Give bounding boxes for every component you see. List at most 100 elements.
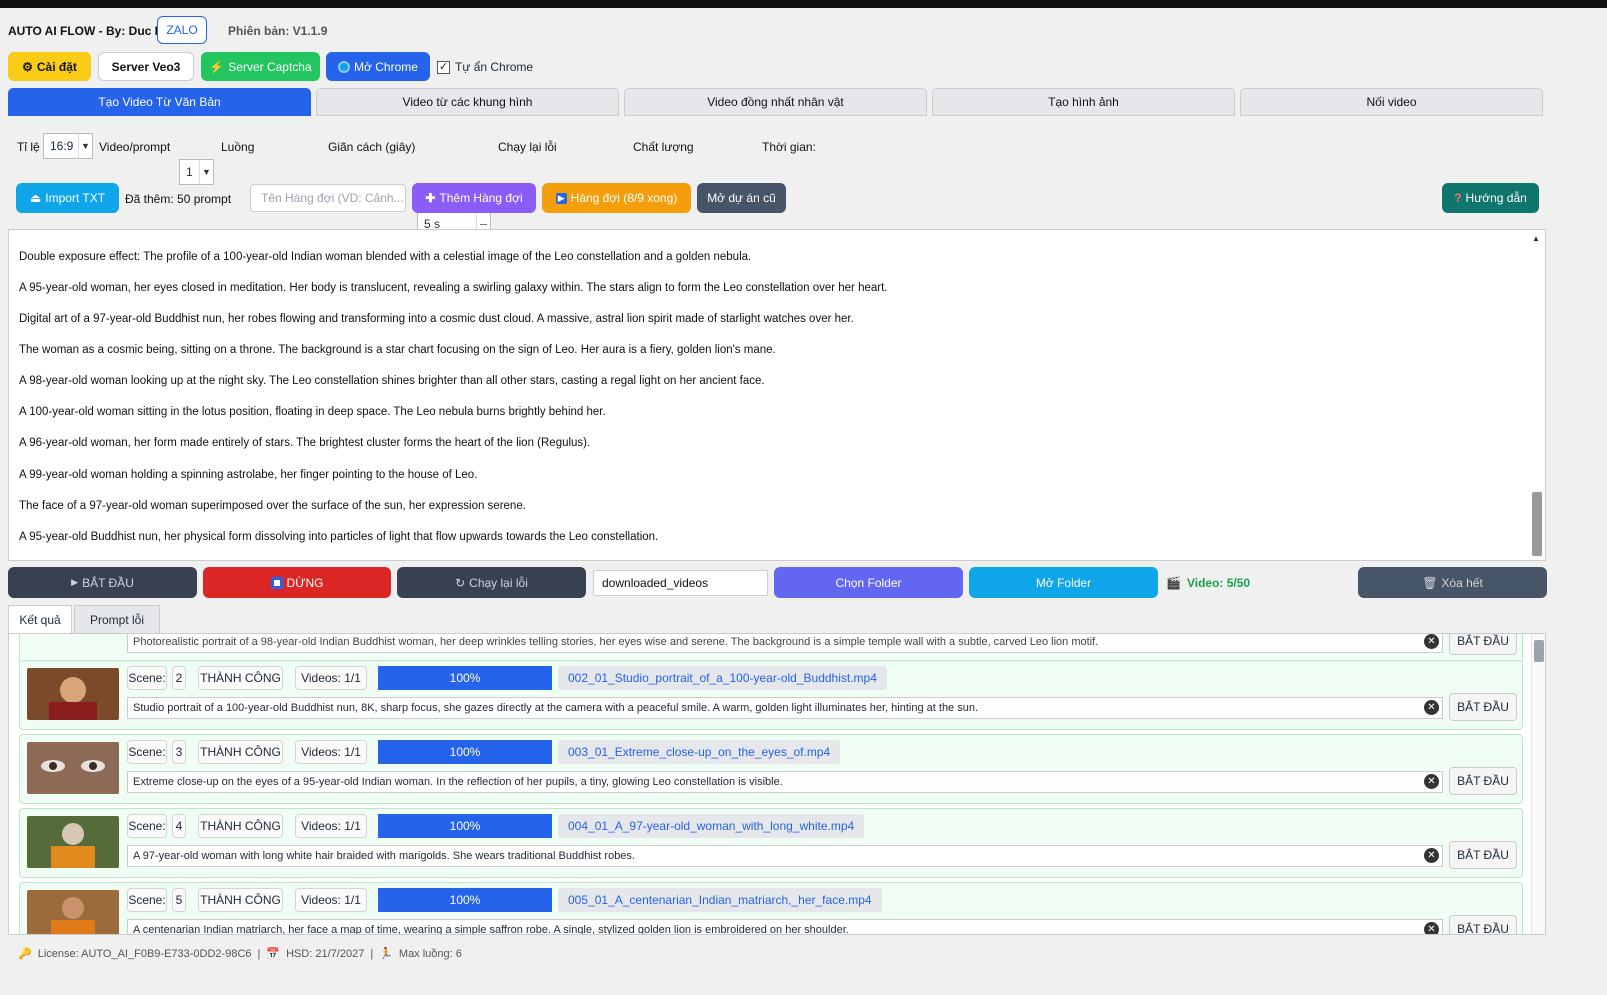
video-per-prompt-label: Video/prompt	[99, 140, 171, 154]
scene-prompt-input[interactable]: A 97-year-old woman with long white hair…	[127, 845, 1443, 867]
result-card: Scene: 5 THÀNH CÔNG Videos: 1/1 100% 005…	[19, 882, 1523, 934]
refresh-icon: ↻	[455, 575, 466, 590]
queue-name-input[interactable]: Tên Hàng đợi (VD: Cảnh...	[250, 184, 406, 212]
license-text: License: AUTO_AI_F0B9-E733-0DD2-98C6	[37, 947, 252, 960]
settings-button[interactable]: ⚙ Cài đặt	[8, 52, 91, 81]
scene-prompt-input[interactable]: Photorealistic portrait of a 98-year-old…	[127, 634, 1443, 653]
scene-start-button[interactable]: BẮT ĐẦU	[1449, 915, 1517, 934]
scene-number: 3	[172, 740, 186, 764]
threads-label: Luồng	[221, 140, 255, 154]
scroll-up-icon[interactable]: ▲	[1532, 234, 1540, 243]
prompt-line: The woman as a cosmic being, sitting on …	[19, 344, 776, 356]
clear-icon[interactable]: ✕	[1424, 634, 1439, 649]
videos-count: Videos: 1/1	[295, 888, 367, 912]
retry-errors-button[interactable]: ↻ Chạy lại lỗi	[397, 567, 586, 598]
prompt-line: A 96-year-old woman, her form made entir…	[19, 437, 591, 449]
add-queue-button[interactable]: ✚ Thêm Hàng đợi	[412, 183, 536, 213]
video-per-prompt-select[interactable]: 1 ▼	[179, 159, 214, 185]
folder-input[interactable]: downloaded_videos	[593, 570, 768, 596]
tab-error-prompts[interactable]: Prompt lỗi	[74, 605, 160, 634]
clear-icon[interactable]: ✕	[1424, 848, 1439, 863]
server-captcha-button[interactable]: ⚡ Server Captcha	[201, 52, 320, 81]
open-old-project-button[interactable]: Mở dự án cũ	[697, 183, 786, 213]
scene-start-button[interactable]: BẮT ĐẦU	[1449, 841, 1517, 869]
start-button[interactable]: ▶ BẮT ĐẦU	[8, 567, 197, 598]
server-veo3-button[interactable]: Server Veo3	[98, 52, 194, 81]
question-icon: ?	[1454, 191, 1462, 205]
app-version: Phiên bản: V1.1.9	[228, 24, 328, 38]
open-chrome-button[interactable]: Mở Chrome	[326, 52, 430, 81]
max-threads-text: Max luồng: 6	[398, 947, 462, 960]
choose-folder-button[interactable]: Chọn Folder	[774, 567, 963, 598]
tab-consistent-character[interactable]: Video đồng nhất nhân vật	[624, 88, 927, 116]
checkbox-check-icon: ✓	[437, 60, 450, 74]
status-badge: THÀNH CÔNG	[198, 888, 283, 912]
scene-number: 4	[172, 814, 186, 838]
upload-icon: ⏏	[29, 191, 42, 205]
zalo-button[interactable]: ZALO	[157, 16, 207, 44]
prompt-line: A 100-year-old woman sitting in the lotu…	[19, 406, 606, 418]
tab-frames-to-video[interactable]: Video từ các khung hình	[316, 88, 619, 116]
retry-label: Chạy lại lỗi	[498, 140, 557, 154]
quality-label: Chất lượng	[633, 140, 694, 154]
scene-label: Scene:	[127, 888, 167, 912]
results-scrollbar[interactable]	[1531, 634, 1545, 934]
runner-icon: 🏃	[379, 948, 393, 960]
tab-results[interactable]: Kết quả	[8, 605, 72, 634]
ratio-select[interactable]: 16:9 ▼	[43, 133, 93, 159]
ratio-label: Tỉ lệ	[17, 140, 40, 154]
time-label: Thời gian:	[762, 140, 816, 154]
tab-join-video[interactable]: Nối video	[1240, 88, 1543, 116]
scene-start-button[interactable]: BẮT ĐẦU	[1449, 693, 1517, 721]
progress-bar: 100%	[378, 740, 552, 764]
scene-thumbnail	[27, 742, 119, 794]
tab-text-to-video[interactable]: Tạo Video Từ Văn Bản	[8, 88, 311, 116]
clapperboard-icon: 🎬	[1166, 576, 1181, 590]
clear-icon[interactable]: ✕	[1424, 700, 1439, 715]
stop-icon	[270, 576, 283, 589]
prompt-line: A 95-year-old Buddhist nun, her physical…	[19, 531, 659, 543]
scene-number: 5	[172, 888, 186, 912]
key-icon: 🔑	[18, 948, 32, 960]
scene-prompt-input[interactable]: A centenarian Indian matriarch, her face…	[127, 919, 1443, 934]
status-badge: THÀNH CÔNG	[198, 814, 283, 838]
play-icon: ▶	[71, 577, 79, 587]
scene-thumbnail	[27, 890, 119, 934]
result-tabs: Kết quả Prompt lỗi	[8, 605, 208, 634]
scene-start-button[interactable]: BẮT ĐẦU	[1449, 634, 1517, 655]
app-title: AUTO AI FLOW - By: Duc P	[8, 24, 163, 38]
prompt-textarea[interactable]: Double exposure effect: The profile of a…	[8, 229, 1546, 561]
scene-start-button[interactable]: BẮT ĐẦU	[1449, 767, 1517, 795]
open-folder-button[interactable]: Mở Folder	[969, 567, 1158, 598]
interval-label: Giãn cách (giây)	[328, 140, 416, 154]
result-card: Scene: 2 THÀNH CÔNG Videos: 1/1 100% 002…	[19, 660, 1523, 730]
stop-button[interactable]: DỪNG	[203, 567, 391, 598]
video-file-link[interactable]: 002_01_Studio_portrait_of_a_100-year-old…	[558, 666, 887, 690]
video-file-link[interactable]: 005_01_A_centenarian_Indian_matriarch,_h…	[558, 888, 882, 912]
video-counter: 🎬 Video: 5/50	[1166, 576, 1251, 590]
clear-icon[interactable]: ✕	[1424, 774, 1439, 789]
status-badge: THÀNH CÔNG	[198, 666, 283, 690]
clear-icon[interactable]: ✕	[1424, 922, 1439, 934]
results-list[interactable]: Photorealistic portrait of a 98-year-old…	[8, 633, 1546, 935]
video-file-link[interactable]: 004_01_A_97-year-old_woman_with_long_whi…	[558, 814, 865, 838]
scene-prompt-input[interactable]: Extreme close-up on the eyes of a 95-yea…	[127, 771, 1443, 793]
prompt-line: The face of a 97-year-old woman superimp…	[19, 500, 526, 512]
tab-create-image[interactable]: Tạo hình ảnh	[932, 88, 1235, 116]
progress-bar: 100%	[378, 814, 552, 838]
scrollbar-thumb[interactable]	[1532, 492, 1542, 556]
scrollbar-thumb[interactable]	[1534, 640, 1544, 662]
queue-button[interactable]: ▶ Hàng đợi (8/9 xong)	[542, 183, 691, 213]
clear-all-button[interactable]: 🗑 Xóa hết	[1358, 567, 1547, 598]
video-file-link[interactable]: 003_01_Extreme_close-up_on_the_eyes_of.m…	[558, 740, 841, 764]
gear-icon: ⚙	[22, 59, 33, 74]
status-bar: 🔑 License: AUTO_AI_F0B9-E733-0DD2-98C6 |…	[18, 947, 462, 961]
import-txt-button[interactable]: ⏏ Import TXT	[16, 183, 119, 213]
progress-bar: 100%	[378, 888, 552, 912]
scene-label: Scene:	[127, 740, 167, 764]
scene-prompt-input[interactable]: Studio portrait of a 100-year-old Buddhi…	[127, 697, 1443, 719]
hide-chrome-checkbox[interactable]: ✓ Tự ẩn Chrome	[437, 60, 533, 74]
textarea-scrollbar[interactable]: ▲	[1531, 234, 1543, 558]
guide-button[interactable]: ? Hướng dẫn	[1442, 183, 1539, 213]
prompt-line: A 95-year-old woman, her eyes closed in …	[19, 282, 888, 294]
